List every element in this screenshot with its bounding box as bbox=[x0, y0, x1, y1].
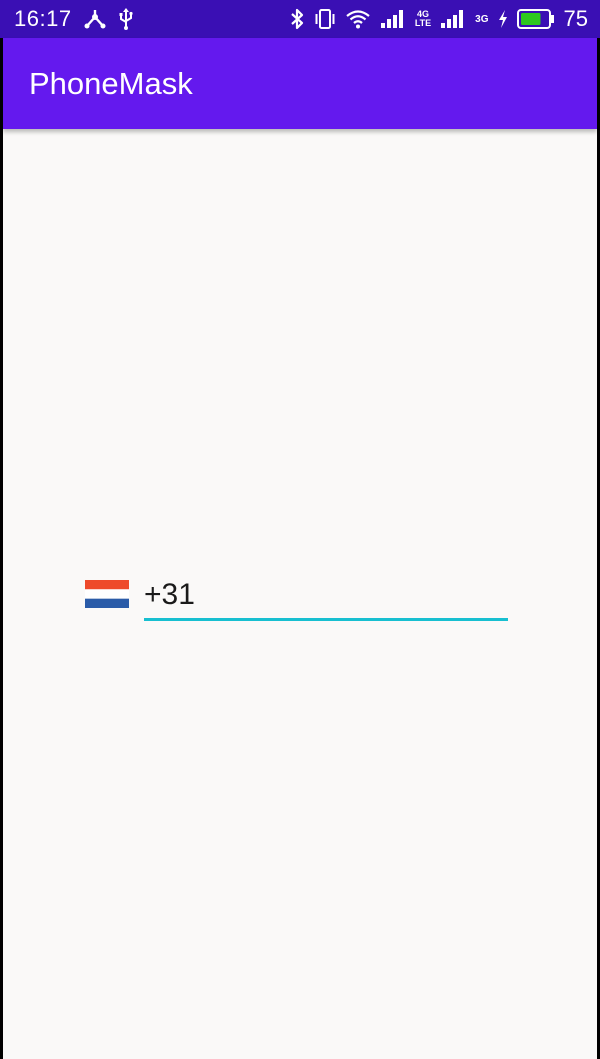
battery-percentage: 75 bbox=[563, 6, 588, 31]
status-time: 16:17 bbox=[14, 6, 72, 31]
netherlands-flag-icon[interactable] bbox=[85, 580, 129, 608]
app-screen: 16:17 4G LTE 3G 75 PhoneMask +31 bbox=[0, 0, 600, 1059]
app-title: PhoneMask bbox=[29, 66, 193, 101]
battery-icon bbox=[516, 8, 555, 30]
status-bar: 16:17 4G LTE 3G 75 bbox=[0, 0, 600, 38]
phone-number-input[interactable] bbox=[144, 571, 508, 621]
main-content bbox=[3, 129, 597, 1059]
wifi-icon bbox=[345, 9, 371, 29]
network-share-icon bbox=[84, 8, 106, 30]
network-type-lte: 4G LTE bbox=[415, 10, 431, 28]
bluetooth-icon bbox=[289, 7, 305, 31]
app-toolbar: PhoneMask bbox=[3, 38, 597, 129]
usb-icon bbox=[118, 7, 134, 31]
charging-icon bbox=[498, 9, 508, 29]
signal-icon bbox=[440, 9, 466, 29]
signal-icon bbox=[380, 9, 406, 29]
status-bar-left: 16:17 bbox=[14, 0, 134, 38]
network-3g-label: 3G bbox=[475, 13, 489, 25]
network-lte-label: LTE bbox=[414, 18, 432, 28]
status-bar-right: 4G LTE 3G 75 bbox=[289, 0, 588, 38]
vibrate-icon bbox=[314, 8, 336, 30]
